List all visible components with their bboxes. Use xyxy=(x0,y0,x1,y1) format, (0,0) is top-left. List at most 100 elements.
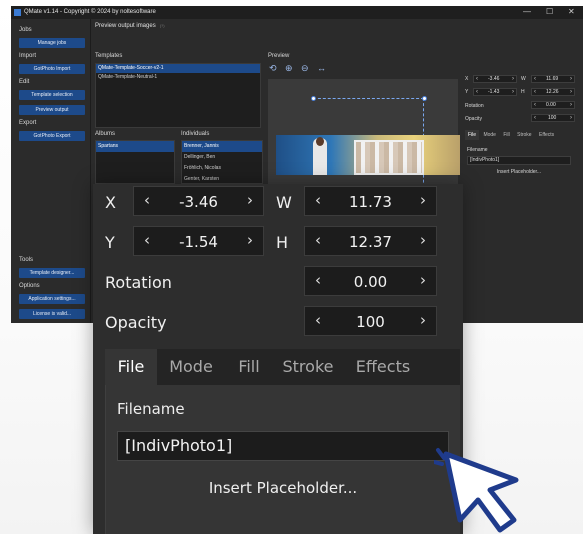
mini-tab-mode[interactable]: Mode xyxy=(480,130,499,140)
preview-output-button[interactable]: Preview output xyxy=(19,105,85,115)
h-label: H xyxy=(276,233,289,252)
team-photo xyxy=(354,140,424,175)
individual-item[interactable]: Genter, Karsten xyxy=(182,174,262,183)
sidebar: Jobs Manage jobs Import GotPhoto Import … xyxy=(11,19,91,323)
x-value: -3.46 xyxy=(179,193,218,211)
opacity-label: Opacity xyxy=(105,313,167,332)
mouse-pointer-icon xyxy=(434,448,519,533)
mini-w-value: 11.69 xyxy=(546,76,559,82)
mini-y-field[interactable]: ‹ › -1.43 xyxy=(473,88,517,96)
sidebar-heading-export: Export xyxy=(19,120,37,126)
tab-fill[interactable]: Fill xyxy=(229,349,269,385)
mini-tab-stroke[interactable]: Stroke xyxy=(514,130,534,140)
individuals-list[interactable]: Brenner, Jannis Dellinger, Ben Fröhlich,… xyxy=(181,140,263,184)
help-icon[interactable]: (?) xyxy=(160,23,165,28)
rotation-spinbox[interactable]: ‹ 0.00 › xyxy=(304,266,437,296)
tab-mode[interactable]: Mode xyxy=(161,349,221,385)
gotphoto-import-button[interactable]: GotPhoto Import xyxy=(19,64,85,74)
templates-list[interactable]: QMate-Template-Soccer-v2-1 QMate-Templat… xyxy=(95,63,261,128)
filename-label: Filename xyxy=(117,400,185,418)
template-designer-button[interactable]: Template designer... xyxy=(19,268,85,278)
mini-opacity-field[interactable]: ‹ › 100 xyxy=(531,114,575,122)
tab-row: File Mode Fill Stroke Effects xyxy=(105,349,460,385)
x-label: X xyxy=(105,193,116,212)
mini-tab-row: File Mode Fill Stroke Effects xyxy=(465,130,581,142)
tab-stroke[interactable]: Stroke xyxy=(275,349,341,385)
app-logo-icon xyxy=(14,9,21,16)
tab-file[interactable]: File xyxy=(105,349,157,385)
screenshot-stage: QMate v1.14 - Copyright © 2024 by noltes… xyxy=(0,0,583,534)
individual-item[interactable]: Fröhlich, Nicolas xyxy=(182,163,262,174)
resize-handle[interactable] xyxy=(311,96,316,101)
manage-jobs-button[interactable]: Manage jobs xyxy=(19,38,85,48)
fit-width-icon[interactable]: ↔ xyxy=(317,63,329,73)
mini-h-label: H xyxy=(521,89,525,95)
mini-y-value: -1.43 xyxy=(488,89,500,95)
gotphoto-export-button[interactable]: GotPhoto Export xyxy=(19,131,85,141)
maximize-icon[interactable]: ☐ xyxy=(546,7,553,16)
w-increment-icon[interactable]: › xyxy=(420,191,426,209)
mini-filename-input[interactable]: [IndivPhoto1] xyxy=(467,156,571,165)
individuals-label: Individuals xyxy=(181,131,210,137)
album-item[interactable]: Spartans xyxy=(96,141,174,152)
properties-panel: X ‹ › -3.46 W ‹ › 11.69 Y ‹ › -1.43 H ‹ › 12.26 … xyxy=(461,19,583,323)
mini-x-value: -3.46 xyxy=(488,76,500,82)
zoom-out-icon[interactable]: ⊖ xyxy=(301,63,313,74)
zoomed-properties-panel: X ‹ -3.46 › W ‹ 11.73 › Y ‹ -1.54 › H ‹ … xyxy=(93,184,463,534)
opacity-spinbox[interactable]: ‹ 100 › xyxy=(304,306,437,336)
template-item[interactable]: QMate-Template-Soccer-v2-1 xyxy=(96,64,260,73)
page-title: Preview output images (?) xyxy=(95,23,165,29)
individual-item[interactable]: Dellinger, Ben xyxy=(182,152,262,163)
preview-image xyxy=(276,135,460,175)
y-spinbox[interactable]: ‹ -1.54 › xyxy=(133,226,264,256)
template-selection-button[interactable]: Template selection xyxy=(19,90,85,100)
sidebar-heading-jobs: Jobs xyxy=(19,27,32,33)
filename-input[interactable]: [IndivPhoto1] xyxy=(117,431,449,461)
h-value: 12.37 xyxy=(349,233,392,251)
w-spinbox[interactable]: ‹ 11.73 › xyxy=(304,186,437,216)
opacity-increment-icon[interactable]: › xyxy=(420,311,426,329)
mini-rotation-field[interactable]: ‹ › 0.00 xyxy=(531,101,575,109)
file-tab-panel: Filename [IndivPhoto1] Insert Placeholde… xyxy=(105,385,460,534)
individual-item[interactable]: Brenner, Jannis xyxy=(182,141,262,152)
zoom-in-icon[interactable]: ⊕ xyxy=(285,63,297,74)
mini-h-field[interactable]: ‹ › 12.26 xyxy=(531,88,575,96)
resize-handle[interactable] xyxy=(422,96,427,101)
templates-label: Templates xyxy=(95,53,123,59)
zoom-fit-icon[interactable]: ⟲ xyxy=(269,63,281,74)
application-settings-button[interactable]: Application settings... xyxy=(19,294,85,304)
close-icon[interactable]: ✕ xyxy=(568,7,575,16)
mini-tab-fill[interactable]: Fill xyxy=(500,130,512,140)
mini-x-label: X xyxy=(465,76,469,82)
w-label: W xyxy=(276,193,292,212)
mini-tab-effects[interactable]: Effects xyxy=(536,130,557,140)
insert-placeholder-button[interactable]: Insert Placeholder... xyxy=(117,473,449,503)
player-photo-head xyxy=(316,137,324,146)
minimize-icon[interactable]: — xyxy=(523,7,531,16)
x-spinbox[interactable]: ‹ -3.46 › xyxy=(133,186,264,216)
h-increment-icon[interactable]: › xyxy=(420,231,426,249)
albums-label: Albums xyxy=(95,131,116,137)
mini-rotation-label: Rotation xyxy=(465,103,484,109)
h-spinbox[interactable]: ‹ 12.37 › xyxy=(304,226,437,256)
mini-y-label: Y xyxy=(465,89,469,95)
y-increment-icon[interactable]: › xyxy=(247,231,253,249)
y-label: Y xyxy=(105,233,115,252)
tab-effects[interactable]: Effects xyxy=(349,349,417,385)
mini-insert-placeholder-button[interactable]: Insert Placeholder... xyxy=(467,169,571,175)
rotation-increment-icon[interactable]: › xyxy=(420,271,426,289)
sidebar-heading-edit: Edit xyxy=(19,79,30,85)
license-button[interactable]: License is valid... xyxy=(19,309,85,319)
w-value: 11.73 xyxy=(349,193,392,211)
mini-w-field[interactable]: ‹ › 11.69 xyxy=(531,75,575,83)
mini-x-field[interactable]: ‹ › -3.46 xyxy=(473,75,517,83)
albums-list[interactable]: Spartans xyxy=(95,140,175,184)
mini-tab-file[interactable]: File xyxy=(465,130,480,140)
template-item[interactable]: QMate-Template-Neutral-1 xyxy=(96,73,260,82)
sidebar-heading-options: Options xyxy=(19,283,40,289)
sidebar-heading-import: Import xyxy=(19,53,37,59)
mini-w-label: W xyxy=(521,76,526,82)
mini-h-value: 12.26 xyxy=(546,89,559,95)
x-increment-icon[interactable]: › xyxy=(247,191,253,209)
page-title-text: Preview output images xyxy=(95,23,156,29)
